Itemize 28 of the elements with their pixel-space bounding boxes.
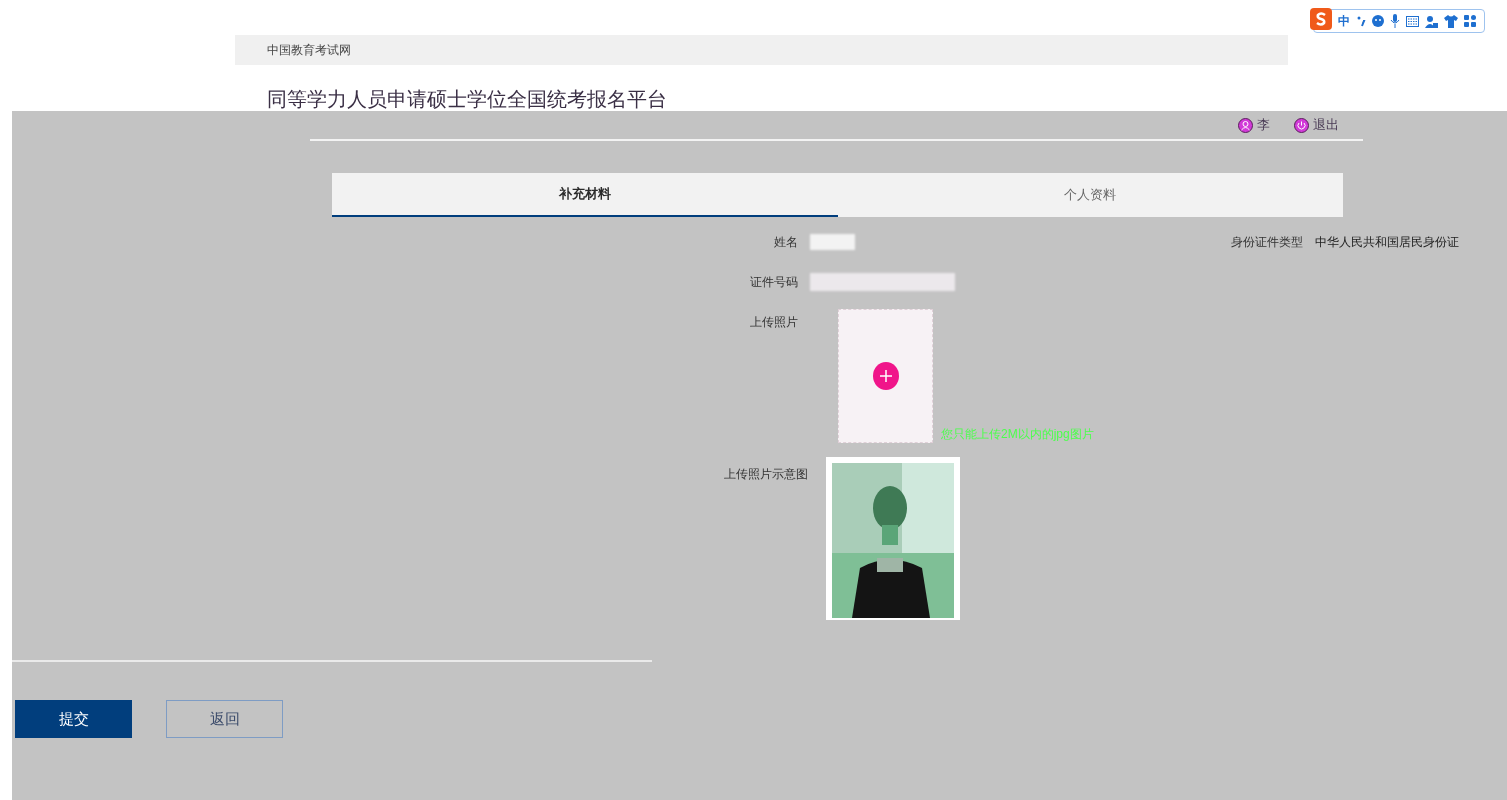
submit-button[interactable]: 提交 (15, 700, 132, 738)
field-label: 上传照片 (749, 314, 799, 331)
logout-link[interactable]: 退出 (1313, 115, 1339, 135)
grid-icon[interactable] (1464, 15, 1476, 27)
field-value: 中华人民共和国居民身份证 (1315, 234, 1459, 251)
tab[interactable]: 个人资料 (837, 173, 1343, 217)
masked-value (810, 234, 855, 250)
tab[interactable]: 补充材料 (332, 173, 838, 217)
field-label: 身份证件类型 (1230, 234, 1304, 251)
smiley-icon[interactable] (1372, 15, 1384, 27)
field-label: 证件号码 (749, 274, 799, 291)
user-icon (1238, 117, 1253, 133)
keyboard-icon[interactable] (1406, 15, 1419, 27)
input-mode[interactable]: 中 (1338, 12, 1350, 30)
site-name[interactable]: 中国教育考试网 (267, 41, 351, 59)
shirt-icon[interactable] (1444, 14, 1458, 28)
photo-upload-box[interactable] (838, 309, 933, 443)
punctuation-icon[interactable] (1356, 15, 1366, 27)
power-icon (1294, 117, 1309, 133)
upload-hint: 您只能上传2M以内的jpg图片 (941, 426, 1094, 443)
username-link[interactable]: 李 (1257, 115, 1270, 135)
field-label: 姓名 (773, 234, 799, 251)
field-label: 上传照片示意图 (723, 466, 809, 483)
microphone-icon[interactable] (1390, 14, 1400, 28)
back-button[interactable]: 返回 (166, 700, 283, 738)
user-icon[interactable] (1425, 14, 1438, 28)
page-title: 同等学力人员申请硕士学位全国统考报名平台 (267, 89, 667, 109)
plus-icon (872, 362, 899, 390)
